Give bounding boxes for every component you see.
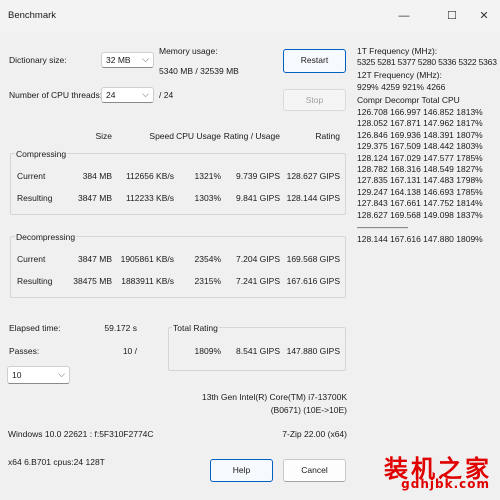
memory-usage-value: 5340 MB / 32539 MB (159, 66, 239, 76)
freq-total-line: 128.144 167.616 147.880 1809% (357, 234, 483, 244)
compress-result-speed: 112233 KB/s (125, 193, 174, 203)
decompress-result-cpu: 2315% (194, 276, 221, 286)
dictionary-size-label: Dictionary size: (9, 55, 67, 65)
freq-lines: 126.708 166.997 146.852 1813% 128.052 16… (357, 107, 483, 221)
freq-table-header: Compr Decompr Total CPU (357, 95, 460, 105)
decompress-current-rpu: 7.204 GIPS (236, 254, 280, 264)
passes-select[interactable]: 10 ⌵ (7, 366, 70, 384)
freq-1t-label: 1T Frequency (MHz): (357, 46, 438, 56)
compress-current-rating: 128.627 GIPS (286, 171, 340, 181)
cpu-threads-total: / 24 (159, 90, 174, 100)
cpu-threads-label: Number of CPU threads: (9, 90, 103, 100)
cancel-button[interactable]: Cancel (283, 459, 346, 482)
os-info: Windows 10.0 22621 : f:5F310F2774C (8, 429, 154, 439)
compress-current-rpu: 9.739 GIPS (236, 171, 280, 181)
cpu-id: (B0671) (10E->10E) (270, 405, 347, 415)
close-icon[interactable]: ✕ (465, 0, 500, 32)
stop-button[interactable]: Stop (283, 89, 346, 111)
decompressing-group (10, 236, 346, 298)
col-header-rating-usage: Rating / Usage (223, 131, 280, 141)
compress-result-size: 3847 MB (77, 193, 112, 203)
freq-line: 126.846 169.936 148.391 1807% (357, 129, 483, 140)
compress-current-label: Current (17, 171, 46, 181)
dictionary-size-value: 32 MB (106, 55, 131, 65)
decompress-current-cpu: 2354% (194, 254, 221, 264)
dictionary-size-select[interactable]: 32 MB ⌵ (101, 52, 154, 68)
col-header-speed: Speed (149, 131, 174, 141)
decompress-result-label: Resulting (17, 276, 53, 286)
freq-line: 127.835 167.131 147.483 1798% (357, 175, 483, 186)
freq-line: 126.708 166.997 146.852 1813% (357, 107, 483, 117)
freq-line: 129.247 164.138 146.693 1785% (357, 186, 483, 197)
chevron-down-icon: ⌵ (142, 54, 149, 64)
col-header-size: Size (95, 131, 112, 141)
total-rating-rpu: 8.541 GIPS (236, 346, 280, 356)
freq-line: 128.052 167.871 147.962 1817% (357, 118, 483, 129)
window-title: Benchmark (8, 10, 57, 21)
total-rating-value: 147.880 GIPS (286, 346, 340, 356)
freq-12t-values: 929% 4259 921% 4266 (357, 82, 446, 92)
decompress-result-speed: 1883911 KB/s (121, 276, 174, 286)
compress-current-cpu: 1321% (194, 171, 221, 181)
watermark-url: gdhjbk.com (401, 477, 490, 491)
compress-result-label: Resulting (17, 193, 53, 203)
memory-usage-label: Memory usage: (159, 46, 218, 56)
chevron-down-icon: ⌵ (142, 89, 149, 99)
freq-line: 128.124 167.029 147.577 1785% (357, 152, 483, 163)
decompress-result-rpu: 7.241 GIPS (236, 276, 280, 286)
restart-button[interactable]: Restart (283, 49, 346, 73)
decompress-current-rating: 169.568 GIPS (286, 254, 340, 264)
compress-result-cpu: 1303% (194, 193, 221, 203)
compress-current-speed: 112656 KB/s (125, 171, 174, 181)
minimize-icon[interactable]: — (385, 0, 423, 32)
total-rating-usage: 1809% (194, 346, 221, 356)
elapsed-time-value: 59.172 s (104, 323, 137, 333)
freq-line: 128.782 168.316 148.549 1827% (357, 164, 483, 175)
freq-12t-label: 12T Frequency (MHz): (357, 70, 442, 80)
help-button[interactable]: Help (210, 459, 273, 482)
compress-result-rating: 128.144 GIPS (286, 193, 340, 203)
compress-current-size: 384 MB (82, 171, 112, 181)
passes-value: 10 / (122, 346, 137, 356)
col-header-cpu-usage: CPU Usage (176, 131, 221, 141)
arch-info: x64 6.B701 cpus:24 128T (8, 457, 105, 467)
passes-select-value: 10 (12, 370, 22, 380)
decompress-current-size: 3847 MB (77, 254, 112, 264)
cpu-threads-value: 24 (106, 90, 116, 100)
freq-line: 127.843 167.661 147.752 1814% (357, 198, 483, 209)
decompress-current-speed: 1905861 KB/s (120, 254, 174, 264)
passes-label: Passes: (9, 346, 40, 356)
chevron-down-icon: ⌵ (58, 369, 65, 379)
freq-line: 128.627 169.568 149.098 1837% (357, 209, 483, 220)
decompress-current-label: Current (17, 254, 46, 264)
freq-line: 129.375 167.509 148.442 1803% (357, 141, 483, 152)
app-version: 7-Zip 22.00 (x64) (282, 429, 347, 439)
decompressing-label: Decompressing (15, 232, 77, 242)
freq-1t-values: 5325 5281 5377 5280 5336 5322 5363 (357, 57, 497, 67)
total-rating-label: Total Rating (172, 323, 219, 333)
compressing-label: Compressing (15, 149, 68, 159)
col-header-rating: Rating (315, 131, 340, 141)
elapsed-time-label: Elapsed time: (9, 323, 61, 333)
title-bar: Benchmark — ☐ ✕ (0, 0, 500, 32)
compress-result-rpu: 9.841 GIPS (236, 193, 280, 203)
cpu-name: 13th Gen Intel(R) Core(TM) i7-13700K (201, 392, 347, 402)
freq-separator: —————— (357, 222, 408, 232)
compressing-group (10, 153, 346, 215)
decompress-result-rating: 167.616 GIPS (286, 276, 340, 286)
decompress-result-size: 38475 MB (73, 276, 112, 286)
cpu-threads-select[interactable]: 24 ⌵ (101, 87, 154, 103)
